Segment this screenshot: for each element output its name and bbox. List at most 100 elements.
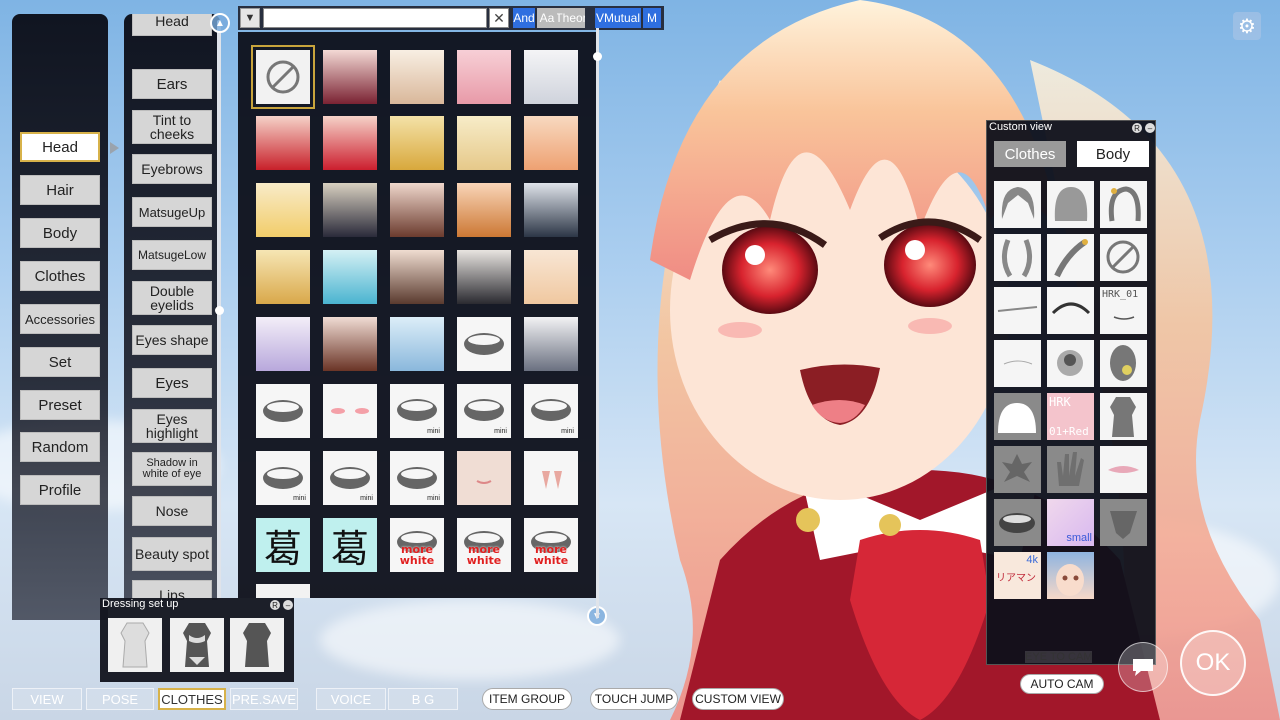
- cv-item-hair[interactable]: [994, 234, 1041, 281]
- cv-item-small[interactable]: small: [1047, 499, 1094, 546]
- grid-item-more-white[interactable]: more white: [390, 518, 444, 572]
- category-set[interactable]: Set: [20, 347, 100, 377]
- view-tab[interactable]: VIEW: [12, 688, 82, 710]
- cv-item-hand[interactable]: [1047, 446, 1094, 493]
- eye-to-cam-label[interactable]: EYE TO CAM: [1025, 651, 1093, 663]
- grid-item-mouth[interactable]: [457, 451, 511, 505]
- scroll-up-button[interactable]: ▲: [210, 13, 230, 33]
- dress-underwear-button[interactable]: [170, 618, 224, 672]
- settings-button[interactable]: ⚙: [1233, 12, 1261, 40]
- custom-view-button[interactable]: CUSTOM VIEW: [692, 688, 784, 710]
- sub-beauty-spot[interactable]: Beauty spot: [132, 537, 212, 571]
- grid-scroll-knob[interactable]: [593, 52, 602, 61]
- tag-aa-toggle[interactable]: Aa: [537, 8, 557, 28]
- grid-item-head[interactable]: [390, 116, 444, 170]
- chat-button[interactable]: [1118, 642, 1168, 692]
- category-accessories[interactable]: Accessories: [20, 304, 100, 334]
- grid-item-head[interactable]: [457, 183, 511, 237]
- sub-lips[interactable]: Lips: [132, 580, 212, 600]
- sub-matsugeup[interactable]: MatsugeUp: [132, 197, 212, 227]
- cv-item-eyelid[interactable]: [994, 340, 1041, 387]
- grid-item-more-white[interactable]: more white: [457, 518, 511, 572]
- grid-item-mouth[interactable]: mini: [457, 384, 511, 438]
- sub-matsugelow[interactable]: MatsugeLow: [132, 240, 212, 270]
- grid-item-partial[interactable]: [256, 584, 310, 598]
- cv-tab-clothes[interactable]: Clothes: [994, 141, 1066, 167]
- grid-item-mouth[interactable]: [256, 384, 310, 438]
- grid-item-head[interactable]: [256, 317, 310, 371]
- cv-item-eye[interactable]: [1100, 340, 1147, 387]
- grid-item-mouth[interactable]: mini: [256, 451, 310, 505]
- sub-nose[interactable]: Nose: [132, 496, 212, 526]
- category-hair[interactable]: Hair: [20, 175, 100, 205]
- cv-item-body[interactable]: [1100, 393, 1147, 440]
- ok-button[interactable]: OK: [1180, 630, 1246, 696]
- grid-item-head[interactable]: [256, 183, 310, 237]
- reset-button[interactable]: R: [270, 600, 280, 610]
- grid-item-head[interactable]: [323, 116, 377, 170]
- grid-scrollbar[interactable]: [596, 28, 599, 618]
- sub-head[interactable]: Head: [132, 14, 212, 36]
- cv-minimize-button[interactable]: –: [1145, 123, 1155, 133]
- cv-item-lips[interactable]: [1100, 446, 1147, 493]
- tag-vmutual-toggle[interactable]: VMutual: [595, 8, 641, 28]
- search-input[interactable]: [263, 8, 487, 28]
- grid-item-head[interactable]: [390, 183, 444, 237]
- grid-item-mouth[interactable]: mini: [390, 451, 444, 505]
- category-body[interactable]: Body: [20, 218, 100, 248]
- voice-tab[interactable]: VOICE: [316, 688, 386, 710]
- cv-item-hair[interactable]: [1047, 181, 1094, 228]
- grid-item-head[interactable]: [457, 116, 511, 170]
- grid-item-head[interactable]: [457, 50, 511, 104]
- grid-item-head[interactable]: [323, 183, 377, 237]
- grid-item-mouth[interactable]: mini: [323, 451, 377, 505]
- sub-eyes-shape[interactable]: Eyes shape: [132, 325, 212, 355]
- grid-item-head[interactable]: [524, 250, 578, 304]
- bg-tab[interactable]: B G: [388, 688, 458, 710]
- grid-item-none[interactable]: [251, 45, 315, 109]
- grid-item-kanji[interactable]: 葛: [323, 518, 377, 572]
- grid-item-head[interactable]: [390, 50, 444, 104]
- sub-shadow-in-white-of-eye[interactable]: Shadow in white of eye: [132, 452, 212, 486]
- grid-item-mouth[interactable]: mini: [524, 384, 578, 438]
- sub-eyes[interactable]: Eyes: [132, 368, 212, 398]
- touch-jump-button[interactable]: TOUCH JUMP: [590, 688, 678, 710]
- grid-item-head[interactable]: [256, 250, 310, 304]
- category-clothes[interactable]: Clothes: [20, 261, 100, 291]
- cv-item-mouth[interactable]: [994, 499, 1041, 546]
- sub-tint-to-cheeks[interactable]: Tint to cheeks: [132, 110, 212, 144]
- grid-item-head[interactable]: [390, 317, 444, 371]
- presave-tab[interactable]: PRE.SAVE: [230, 688, 298, 710]
- category-head[interactable]: Head: [20, 132, 100, 162]
- cv-item-eye[interactable]: [1047, 340, 1094, 387]
- grid-item-head[interactable]: [524, 50, 578, 104]
- grid-item-more-white[interactable]: more white: [524, 518, 578, 572]
- grid-item-mouth[interactable]: [457, 317, 511, 371]
- grid-item-mouth[interactable]: [323, 384, 377, 438]
- grid-item-kanji[interactable]: 葛: [256, 518, 310, 572]
- cv-item-none[interactable]: [1100, 234, 1147, 281]
- cv-item-hair[interactable]: [994, 181, 1041, 228]
- sub-double-eyelids[interactable]: Double eyelids: [132, 281, 212, 315]
- tag-m-toggle[interactable]: M: [643, 8, 661, 28]
- cv-item-hrk[interactable]: HRK 01+Red: [1047, 393, 1094, 440]
- grid-item-head[interactable]: [524, 116, 578, 170]
- tag-theory-toggle[interactable]: Theor: [557, 8, 585, 28]
- cv-item-lash[interactable]: HRK_01: [1100, 287, 1147, 334]
- filter-dropdown-button[interactable]: ▼: [240, 8, 260, 28]
- grid-item-head[interactable]: [256, 116, 310, 170]
- cv-item-hair-body[interactable]: [1100, 499, 1147, 546]
- cv-reset-button[interactable]: R: [1132, 123, 1142, 133]
- pose-tab[interactable]: POSE: [86, 688, 154, 710]
- sub-eyes-highlight[interactable]: Eyes highlight: [132, 409, 212, 443]
- sub-ears[interactable]: Ears: [132, 69, 212, 99]
- dress-nude-button[interactable]: [230, 618, 284, 672]
- auto-cam-button[interactable]: AUTO CAM: [1020, 674, 1104, 694]
- clear-search-button[interactable]: ✕: [489, 8, 509, 28]
- minimize-button[interactable]: –: [283, 600, 293, 610]
- cv-item-hair[interactable]: [1100, 181, 1147, 228]
- cv-tab-body[interactable]: Body: [1077, 141, 1149, 167]
- grid-item-fang[interactable]: [524, 451, 578, 505]
- cv-item-face-texture[interactable]: [1047, 552, 1094, 599]
- grid-item-head[interactable]: [323, 250, 377, 304]
